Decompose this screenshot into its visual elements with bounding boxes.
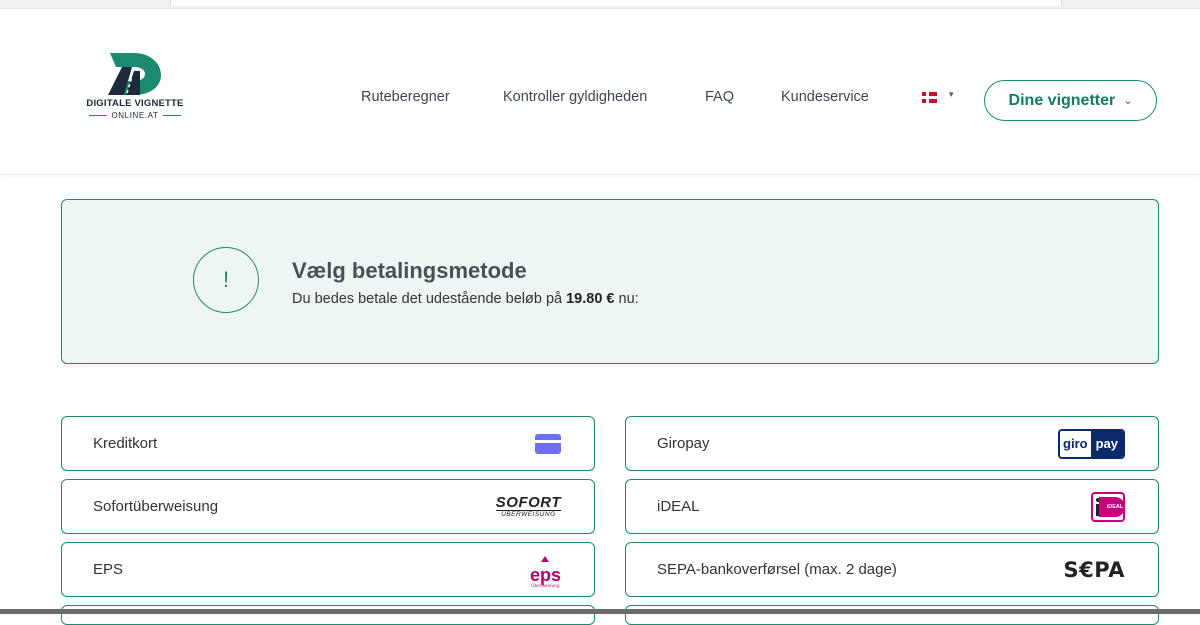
site-logo[interactable]: DIGITALE VIGNETTE ONLINE.AT [82, 49, 190, 129]
eps-logo: eps Überweisung [530, 550, 561, 589]
payment-option-partial[interactable] [625, 605, 1159, 625]
language-flag-icon[interactable] [922, 92, 937, 103]
brand-subtitle: ONLINE.AT [82, 111, 188, 120]
sofort-logo: SOFORT ÜBERWEISUNG [495, 493, 561, 518]
payment-option-label: Giropay [657, 435, 710, 452]
nav-customer-service[interactable]: Kundeservice [781, 89, 869, 105]
payment-option-label: Sofortüberweisung [93, 498, 219, 515]
payment-option-label: EPS [93, 561, 124, 578]
logo-road-icon [108, 53, 161, 95]
browser-tab-area [170, 0, 1062, 6]
payment-option-credit-card[interactable]: Kreditkort [61, 416, 595, 471]
amount-due: 19.80 € [566, 291, 615, 307]
payment-option-giropay[interactable]: Giropay giro pay [625, 416, 1159, 471]
notice-text: Du bedes betale det udestående beløb på … [292, 291, 639, 307]
payment-option-eps[interactable]: EPS eps Überweisung [61, 542, 595, 597]
language-caret-icon[interactable]: ▾ [949, 89, 954, 100]
ideal-logo: iDEAL [1091, 491, 1125, 522]
nav-route-calculator[interactable]: Ruteberegner [361, 89, 450, 105]
nav-faq[interactable]: FAQ [705, 89, 734, 105]
taskbar-strip [0, 609, 1200, 614]
my-vignettes-label: Dine vignetter [1008, 91, 1116, 109]
payment-option-label: iDEAL [657, 498, 700, 515]
notice-title: Vælg betalingsmetode [292, 258, 527, 283]
chevron-down-icon: ⌄ [1123, 95, 1133, 107]
site-header: DIGITALE VIGNETTE ONLINE.AT Ruteberegner… [0, 9, 1200, 175]
exclamation-icon: ! [193, 247, 259, 313]
payment-option-sepa[interactable]: SEPA-bankoverførsel (max. 2 dage) S€PA [625, 542, 1159, 597]
my-vignettes-button[interactable]: Dine vignetter ⌄ [984, 80, 1157, 121]
giropay-logo: giro pay [1058, 428, 1125, 459]
credit-card-icon [535, 433, 561, 454]
payment-option-sofort[interactable]: Sofortüberweisung SOFORT ÜBERWEISUNG [61, 479, 595, 534]
payment-option-partial[interactable] [61, 605, 595, 625]
payment-option-label: Kreditkort [93, 435, 158, 452]
browser-top-strip [0, 0, 1200, 9]
nav-check-validity[interactable]: Kontroller gyldigheden [503, 89, 647, 105]
payment-option-label: SEPA-bankoverførsel (max. 2 dage) [657, 561, 897, 578]
payment-option-ideal[interactable]: iDEAL iDEAL [625, 479, 1159, 534]
payment-notice: ! Vælg betalingsmetode Du bedes betale d… [61, 199, 1159, 364]
brand-name: DIGITALE VIGNETTE [86, 98, 184, 109]
sepa-logo: S€PA [1063, 557, 1125, 582]
